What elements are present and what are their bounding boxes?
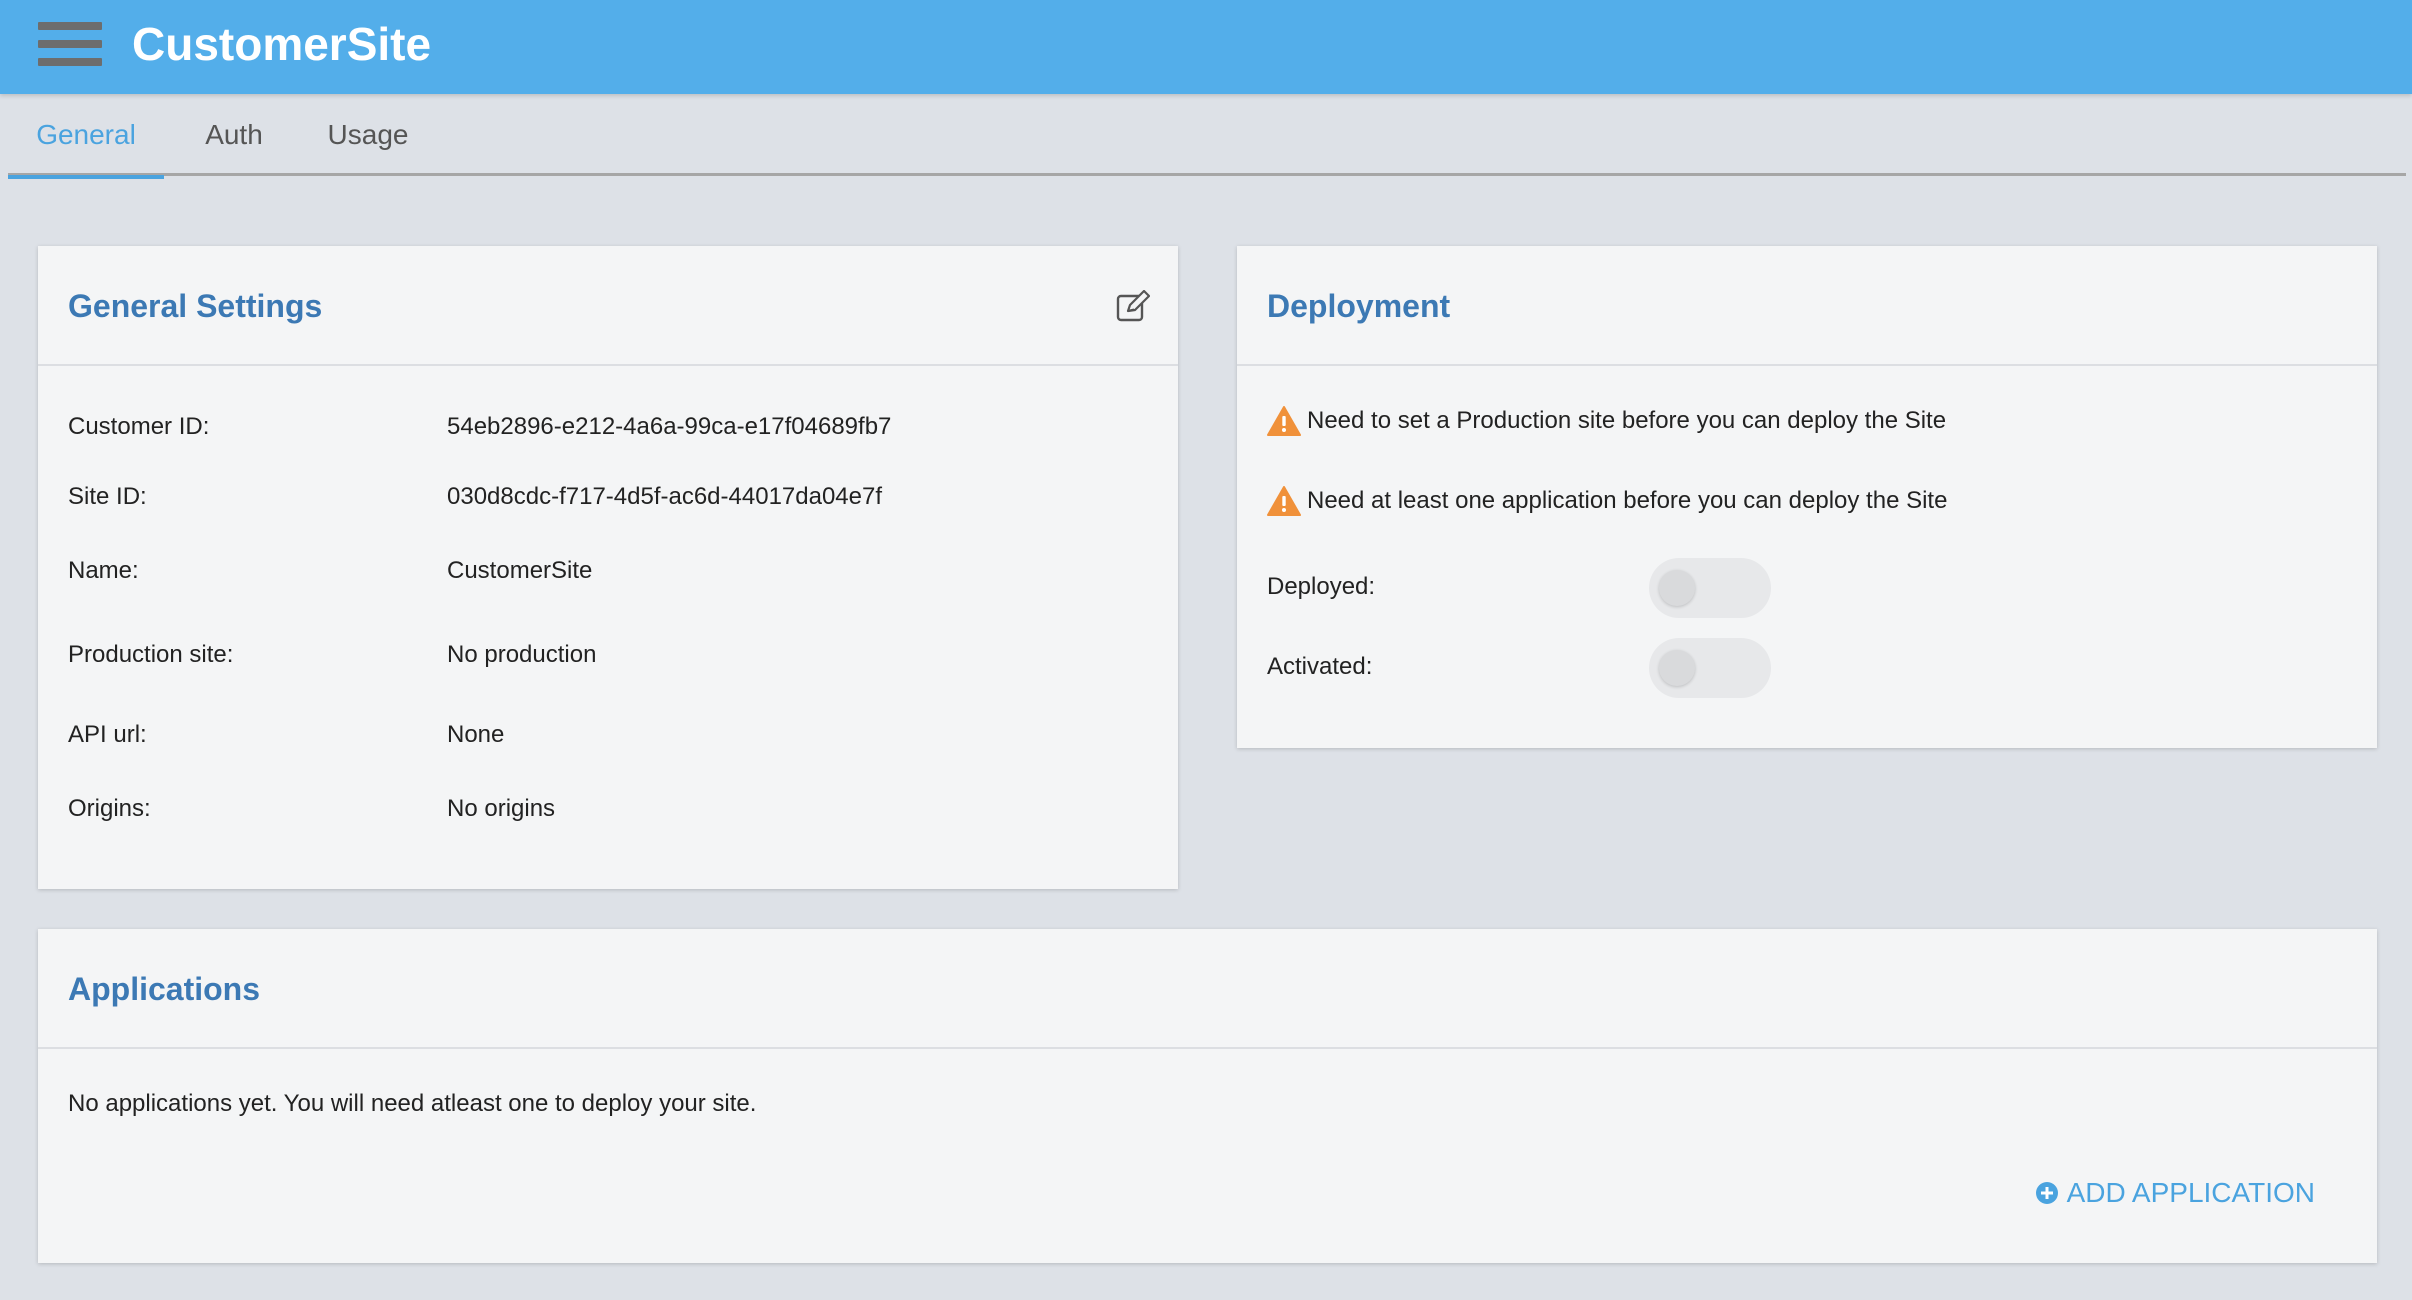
production-site-label: Production site: (68, 641, 234, 668)
tab-usage[interactable]: Usage (308, 94, 428, 176)
general-settings-header: General Settings (38, 246, 1178, 366)
applications-header: Applications (38, 929, 2377, 1049)
deployed-toggle[interactable] (1649, 558, 1771, 618)
warning-icon (1267, 406, 1301, 436)
site-id-value: 030d8cdc-f717-4d5f-ac6d-44017da04e7f (447, 483, 883, 510)
applications-card: Applications No applications yet. You wi… (38, 929, 2377, 1263)
origins-value: No origins (447, 795, 556, 822)
api-url-value: None (447, 721, 505, 748)
warning-production-site: Need to set a Production site before you… (1267, 404, 1946, 438)
warning-application: Need at least one application before you… (1267, 484, 1947, 518)
edit-icon[interactable] (1116, 290, 1150, 322)
applications-empty-message: No applications yet. You will need atlea… (68, 1090, 757, 1117)
add-application-label: ADD APPLICATION (2066, 1177, 2315, 1208)
toggle-knob (1659, 570, 1695, 606)
deployment-title: Deployment (1267, 288, 1451, 324)
customer-id-label: Customer ID: (68, 413, 210, 440)
warning-application-text: Need at least one application before you… (1307, 487, 1948, 514)
general-settings-card: General Settings Customer ID: 54eb2896-e… (38, 246, 1178, 889)
name-value: CustomerSite (447, 557, 593, 584)
deployed-label: Deployed: (1267, 573, 1376, 600)
plus-circle-icon (2035, 1182, 2058, 1204)
applications-title: Applications (68, 971, 261, 1007)
name-label: Name: (68, 557, 139, 584)
deployment-header: Deployment (1237, 246, 2377, 366)
general-settings-title: General Settings (68, 288, 323, 324)
activated-toggle[interactable] (1649, 638, 1771, 698)
production-site-value: No production (447, 641, 597, 668)
toggle-knob (1659, 650, 1695, 686)
deployment-card: Deployment Need to set a Production site… (1237, 246, 2377, 748)
tab-bar: General Auth Usage (8, 94, 2406, 179)
tab-auth[interactable]: Auth (184, 94, 284, 176)
tab-general[interactable]: General (8, 94, 164, 179)
warning-production-site-text: Need to set a Production site before you… (1307, 407, 1947, 434)
warning-icon (1267, 486, 1301, 516)
top-app-bar: CustomerSite (0, 0, 2412, 94)
customer-id-value: 54eb2896-e212-4a6a-99ca-e17f04689fb7 (447, 413, 892, 440)
activated-label: Activated: (1267, 653, 1373, 680)
api-url-label: API url: (68, 721, 147, 748)
site-id-label: Site ID: (68, 483, 147, 510)
app-title: CustomerSite (132, 18, 432, 70)
add-application-button[interactable]: ADD APPLICATION (2035, 1175, 2315, 1211)
hamburger-menu-icon[interactable] (38, 22, 102, 66)
origins-label: Origins: (68, 795, 151, 822)
